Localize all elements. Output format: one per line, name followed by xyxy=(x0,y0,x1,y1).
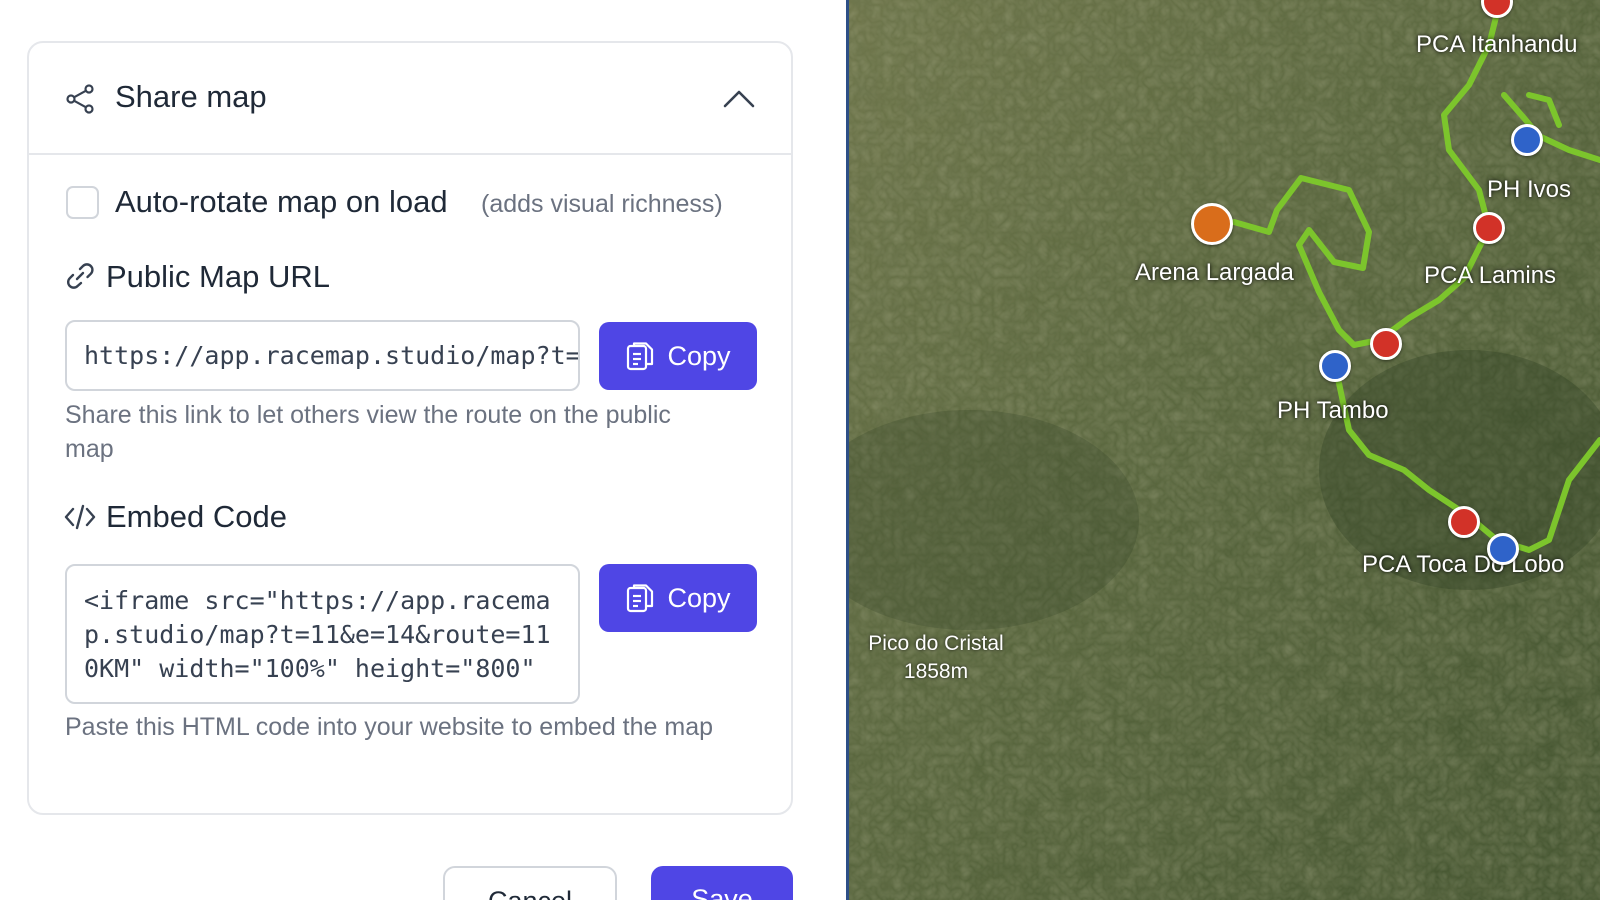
checkpoint-red-marker[interactable] xyxy=(1370,328,1402,360)
peak-name: Pico do Cristal xyxy=(868,632,1004,655)
cancel-button[interactable]: Cancel xyxy=(443,866,617,900)
label-pca-toca-do-lobo: PCA Toca Do Lobo xyxy=(1362,551,1565,578)
embed-title: Embed Code xyxy=(106,499,287,534)
embed-help: Paste this HTML code into your website t… xyxy=(65,713,714,741)
autorotate-hint: (adds visual richness) xyxy=(481,190,723,218)
public-url-field[interactable]: https://app.racemap.studio/map?t=11&e=14… xyxy=(65,320,580,391)
checkpoint-pca-toca-do-lobo-marker[interactable] xyxy=(1448,506,1480,538)
checkpoint-blue-marker[interactable] xyxy=(1487,533,1519,565)
label-pca-lamins: PCA Lamins xyxy=(1424,262,1557,289)
share-icon xyxy=(66,84,94,114)
autorotate-checkbox[interactable] xyxy=(66,186,99,219)
share-map-title: Share map xyxy=(115,79,267,114)
clipboard-icon xyxy=(627,584,654,613)
public-url-title: Public Map URL xyxy=(106,259,330,294)
checkpoint-ph-tambo-marker[interactable] xyxy=(1319,350,1351,382)
checkpoint-pca-lamins-marker[interactable] xyxy=(1473,212,1505,244)
label-ph-tambo: PH Tambo xyxy=(1277,397,1389,424)
share-map-header[interactable]: Share map xyxy=(29,43,791,155)
public-url-help: Share this link to let others view the r… xyxy=(65,401,671,463)
label-ph-ivos: PH Ivos xyxy=(1487,176,1572,203)
copy-embed-button[interactable]: Copy xyxy=(599,564,757,632)
label-pca-itanhandu: PCA Itanhandu xyxy=(1416,31,1578,58)
share-map-card: Share map Auto-rotate map on load (adds … xyxy=(27,41,793,815)
map-view[interactable]: PCA Itanhandu PH Ivos Arena Largada PCA … xyxy=(849,0,1600,900)
code-icon xyxy=(64,504,96,530)
peak-elevation: 1858m xyxy=(903,660,969,683)
label-arena-largada: Arena Largada xyxy=(1135,259,1294,286)
share-sidebar: Share map Auto-rotate map on load (adds … xyxy=(0,0,846,900)
embed-code-field[interactable]: <iframe src="https://app.racemap.studio/… xyxy=(65,564,580,704)
link-icon xyxy=(67,263,94,289)
chevron-up-icon[interactable] xyxy=(721,81,757,117)
clipboard-icon xyxy=(627,342,654,371)
copy-url-button[interactable]: Copy xyxy=(599,322,757,390)
save-button[interactable]: Save xyxy=(651,866,793,900)
terrain-background xyxy=(849,0,1600,900)
peak-label: Pico do Cristal 1858m xyxy=(861,630,1011,686)
start-arena-largada-marker[interactable] xyxy=(1191,203,1233,245)
copy-embed-label: Copy xyxy=(667,582,731,613)
checkpoint-ph-ivos-marker[interactable] xyxy=(1511,124,1543,156)
copy-url-label: Copy xyxy=(667,340,731,371)
autorotate-label[interactable]: Auto-rotate map on load xyxy=(115,184,448,220)
